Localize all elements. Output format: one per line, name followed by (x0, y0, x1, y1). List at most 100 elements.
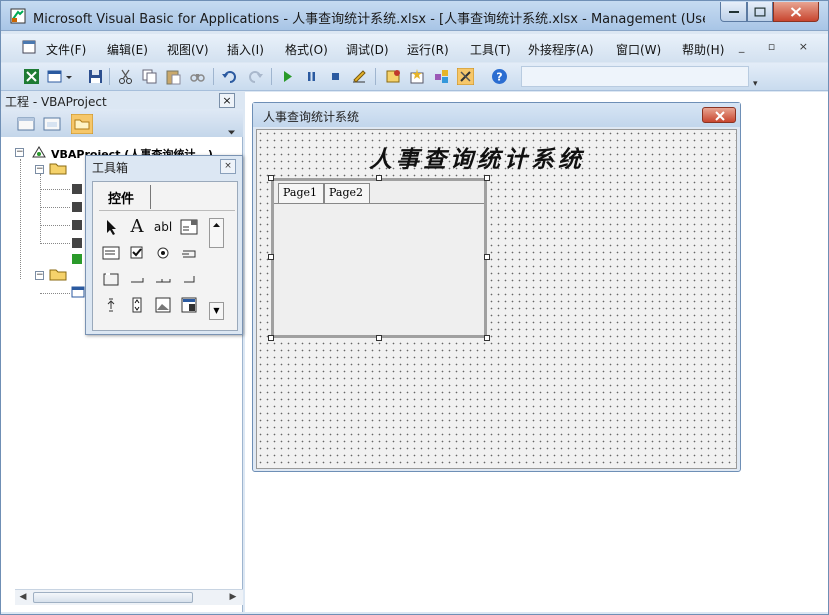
view-object-icon[interactable] (43, 116, 61, 132)
minimize-button[interactable] (720, 2, 747, 22)
maximize-button[interactable] (747, 2, 773, 22)
toolbox-icon[interactable] (457, 68, 474, 85)
toolbox-scroll-down[interactable]: ▼ (209, 302, 224, 320)
insert-userform-icon[interactable] (47, 68, 64, 85)
menu-window[interactable]: 窗口(W) (616, 41, 661, 58)
project-explorer-icon[interactable] (385, 68, 402, 85)
sheet-object-icon (72, 184, 82, 194)
label-tool-icon[interactable]: A (127, 217, 147, 237)
toolbar-separator (109, 68, 110, 85)
spin-button-tool-icon[interactable] (127, 295, 147, 315)
close-icon (790, 6, 802, 17)
refedit-tool-icon[interactable] (179, 295, 199, 315)
break-icon[interactable] (303, 68, 320, 85)
toolbox-scroll-up[interactable] (209, 218, 224, 248)
scroll-left-icon[interactable]: ◀ (15, 590, 31, 605)
toolbar-separator (271, 68, 272, 85)
resize-handle[interactable] (268, 254, 274, 260)
paste-icon[interactable] (165, 68, 182, 85)
resize-handle[interactable] (268, 335, 274, 341)
menu-help[interactable]: 帮助(H) (682, 41, 724, 58)
save-icon[interactable] (87, 68, 104, 85)
tree-connector (40, 293, 70, 294)
project-pane-close-button[interactable]: × (219, 93, 235, 108)
project-pane-toolbar (1, 109, 243, 137)
tree-collapse-toggle[interactable]: − (15, 148, 24, 157)
userform-window-title: 人事查询统计系统 (263, 110, 360, 124)
cursor-position-box (521, 66, 749, 87)
menu-tools[interactable]: 工具(T) (470, 41, 511, 58)
resize-handle[interactable] (484, 254, 490, 260)
vba-app-icon (10, 8, 26, 24)
scrollbar-thumb[interactable] (33, 592, 193, 603)
menu-insert[interactable]: 插入(I) (227, 41, 264, 58)
chevron-down-icon[interactable] (227, 124, 236, 140)
help-icon[interactable]: ? (491, 68, 508, 85)
toolbox-tab-controls[interactable]: 控件 (101, 185, 151, 209)
workbook-object-icon (72, 254, 82, 264)
tree-connector (40, 207, 70, 208)
cut-icon[interactable] (117, 68, 134, 85)
project-pane-title: 工程 - VBAProject (5, 95, 107, 109)
toggle-folders-icon[interactable] (71, 114, 93, 134)
object-browser-icon[interactable] (433, 68, 450, 85)
excel-view-icon[interactable] (23, 68, 40, 85)
textbox-tool-icon[interactable]: abl (153, 217, 173, 237)
menu-debug[interactable]: 调试(D) (346, 41, 389, 58)
run-icon[interactable] (279, 68, 296, 85)
option-button-tool-icon[interactable] (153, 243, 173, 263)
reset-icon[interactable] (327, 68, 344, 85)
tab-page2[interactable]: Page2 (324, 183, 370, 203)
close-button[interactable] (773, 2, 819, 22)
userform-designer-window: 人事查询统计系统 人事查询统计系统 Page1 Page2 (252, 102, 741, 472)
sheet-object-icon (72, 202, 82, 212)
menu-bar: 文件(F) 编辑(E) 视图(V) 插入(I) 格式(O) 调试(D) 运行(R… (1, 34, 828, 62)
userform-close-button[interactable] (702, 107, 736, 123)
resize-handle[interactable] (484, 175, 490, 181)
tab-page1[interactable]: Page1 (278, 183, 324, 203)
view-code-icon[interactable] (17, 116, 35, 132)
properties-window-icon[interactable] (409, 68, 426, 85)
multipage-control[interactable]: Page1 Page2 (271, 178, 487, 338)
tabstrip-tool-icon[interactable] (153, 269, 173, 289)
resize-handle[interactable] (376, 335, 382, 341)
scroll-right-icon[interactable]: ▶ (225, 590, 241, 605)
redo-icon[interactable] (247, 68, 264, 85)
userform-canvas[interactable]: 人事查询统计系统 Page1 Page2 (256, 129, 737, 469)
listbox-tool-icon[interactable] (101, 243, 121, 263)
menu-run[interactable]: 运行(R) (407, 41, 449, 58)
window-title: Microsoft Visual Basic for Applications … (33, 12, 705, 27)
resize-handle[interactable] (484, 335, 490, 341)
menu-edit[interactable]: 编辑(E) (107, 41, 148, 58)
toolbox-close-button[interactable]: × (220, 159, 236, 174)
frame-tool-icon[interactable] (101, 269, 121, 289)
undo-icon[interactable] (221, 68, 238, 85)
image-tool-icon[interactable] (153, 295, 173, 315)
tree-collapse-toggle[interactable]: − (35, 271, 44, 280)
project-horizontal-scrollbar[interactable]: ◀ ▶ (15, 589, 243, 605)
copy-icon[interactable] (141, 68, 158, 85)
scrollbar-tool-icon[interactable] (101, 295, 121, 315)
toggle-button-tool-icon[interactable] (179, 243, 199, 263)
checkbox-tool-icon[interactable] (127, 243, 147, 263)
mdi-window-controls[interactable]: _ ▫ × (739, 40, 818, 53)
tree-collapse-toggle[interactable]: − (35, 165, 44, 174)
select-objects-icon[interactable] (101, 217, 121, 237)
command-button-tool-icon[interactable] (127, 269, 147, 289)
multipage-tool-icon[interactable] (179, 269, 199, 289)
resize-handle[interactable] (376, 175, 382, 181)
chevron-down-icon[interactable] (65, 68, 73, 85)
resize-handle[interactable] (268, 175, 274, 181)
menu-view[interactable]: 视图(V) (167, 41, 209, 58)
menu-format[interactable]: 格式(O) (285, 41, 328, 58)
tree-connector (40, 225, 70, 226)
combobox-tool-icon[interactable] (179, 217, 199, 237)
form-heading-label[interactable]: 人事查询统计系统 (357, 140, 597, 174)
multipage-body[interactable] (274, 203, 484, 335)
menu-addins[interactable]: 外接程序(A) (528, 41, 594, 58)
userform-window-icon[interactable] (22, 40, 36, 54)
menu-file[interactable]: 文件(F) (46, 41, 86, 58)
toolbar-overflow-icon[interactable]: ▾ (753, 79, 758, 89)
find-icon[interactable] (189, 68, 206, 85)
design-mode-icon[interactable] (351, 68, 368, 85)
